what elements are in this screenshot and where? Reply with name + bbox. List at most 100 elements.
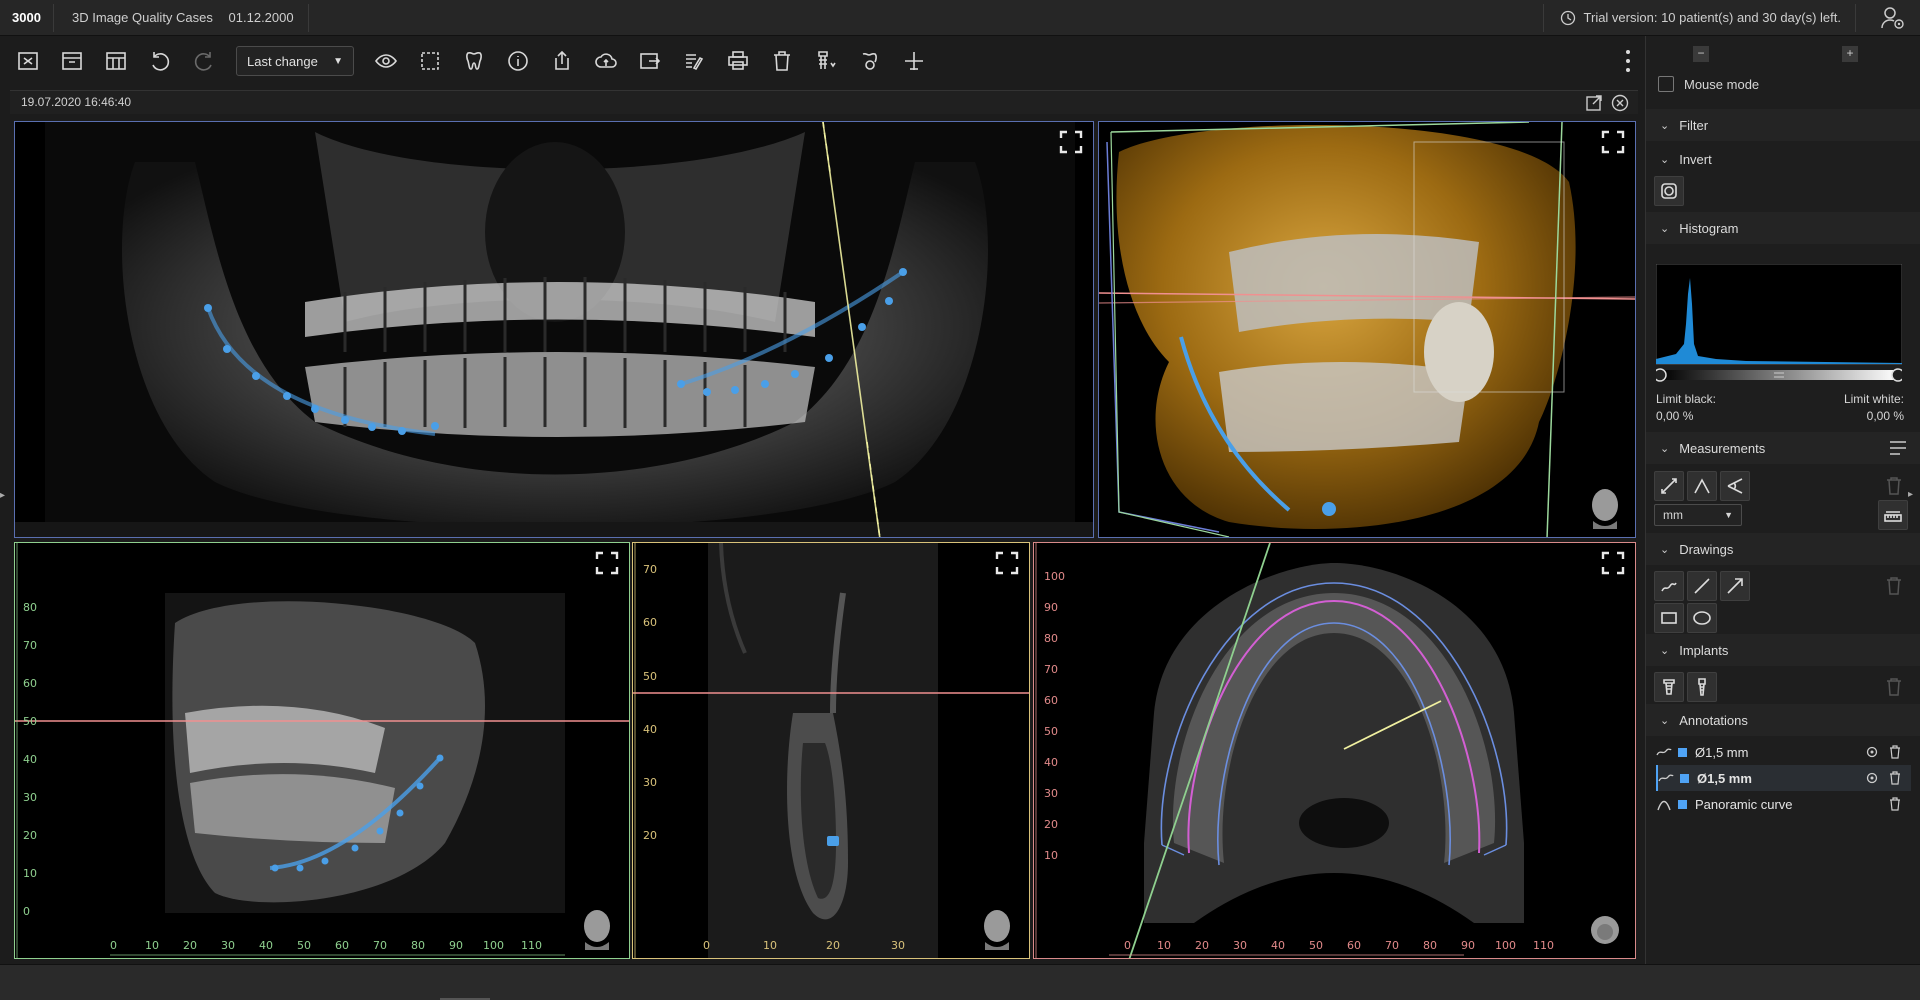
view-icon[interactable] [368, 43, 404, 79]
gear-icon[interactable] [1865, 745, 1879, 759]
y-tick-label: 30 [23, 791, 37, 804]
export-icon[interactable] [544, 43, 580, 79]
angle-tool-button[interactable] [1687, 471, 1717, 501]
select-region-icon[interactable] [412, 43, 448, 79]
trash-icon[interactable] [1889, 771, 1901, 785]
implant-tool-button[interactable] [1654, 672, 1684, 702]
fullscreen-icon[interactable] [995, 551, 1019, 575]
fullscreen-icon[interactable] [595, 551, 619, 575]
pop-out-icon[interactable] [1584, 93, 1604, 113]
volume-render-image [1099, 122, 1635, 537]
axial-x-axis: 0 10 20 30 40 50 60 70 80 90 100 110 [1124, 939, 1574, 953]
redo-icon[interactable] [186, 43, 222, 79]
calibration-tool-button[interactable] [1878, 500, 1908, 530]
abutment-tool-button[interactable] [1687, 672, 1717, 702]
annotation-color-swatch [1680, 773, 1689, 783]
arrow-draw-button[interactable] [1720, 571, 1750, 601]
delete-icon[interactable] [764, 43, 800, 79]
tooth-icon[interactable] [456, 43, 492, 79]
fullscreen-icon[interactable] [1601, 130, 1625, 154]
right-panel-toggle[interactable]: ▸ [1908, 489, 1913, 500]
y-tick-label: 60 [23, 677, 37, 690]
gear-icon[interactable] [1865, 771, 1879, 785]
measurements-section-header[interactable]: ⌄ Measurements [1646, 432, 1920, 464]
chevron-down-icon: ▼ [333, 55, 343, 67]
limit-white-label: Limit white: [1843, 392, 1904, 406]
tooth-settings-icon[interactable] [852, 43, 888, 79]
delete-measurement-icon[interactable] [1882, 473, 1906, 499]
rectangle-draw-button[interactable] [1654, 603, 1684, 633]
crosshair-icon[interactable] [896, 43, 932, 79]
line-draw-button[interactable] [1687, 571, 1717, 601]
print-icon[interactable] [720, 43, 756, 79]
delete-drawing-icon[interactable] [1882, 573, 1906, 599]
x-tick-label: 80 [411, 939, 425, 952]
cross-x-axis: 0 10 20 30 [703, 939, 923, 953]
invert-toggle-button[interactable] [1654, 176, 1684, 206]
x-tick-label: 10 [1157, 939, 1171, 952]
drawings-section-header[interactable]: ⌄ Drawings [1646, 533, 1920, 565]
y-tick-label: 40 [643, 723, 657, 736]
delete-implant-icon[interactable] [1882, 674, 1906, 700]
x-tick-label: 90 [449, 939, 463, 952]
cross-section-view[interactable]: 70 60 50 40 30 20 0 10 20 30 [632, 542, 1030, 959]
x-tick-label: 20 [1195, 939, 1209, 952]
fullscreen-icon[interactable] [1601, 551, 1625, 575]
annotation-label: Ø1,5 mm [1697, 770, 1752, 786]
chevron-down-icon: ⌄ [1660, 442, 1670, 455]
limit-white-value: 0,00 % [1866, 409, 1904, 423]
x-tick-label: 100 [483, 939, 504, 952]
upload-icon[interactable] [588, 43, 624, 79]
user-settings-icon[interactable] [1880, 6, 1906, 30]
panoramic-view[interactable] [14, 121, 1094, 538]
implant-list-icon[interactable] [808, 43, 844, 79]
trash-icon[interactable] [1889, 797, 1901, 811]
case-tab-id[interactable]: 3000 [0, 4, 54, 32]
zoom-out-button[interactable]: − [1693, 46, 1709, 62]
layout-3-icon[interactable] [98, 43, 134, 79]
info-icon[interactable] [500, 43, 536, 79]
x-tick-label: 30 [891, 939, 905, 952]
annotation-item[interactable]: Ø1,5 mm [1656, 739, 1911, 765]
zoom-in-button[interactable]: + [1842, 46, 1858, 62]
annotation-item[interactable]: Panoramic curve [1656, 791, 1911, 817]
layout-1-icon[interactable] [10, 43, 46, 79]
annotation-item-selected[interactable]: Ø1,5 mm [1656, 765, 1911, 791]
mouse-mode-checkbox[interactable] [1658, 76, 1674, 92]
right-sidebar: − + Mouse mode ⌄ Filter ⌄ Invert ⌄ Histogra… [1645, 36, 1920, 964]
implants-label: Implants [1679, 642, 1729, 658]
ellipse-draw-button[interactable] [1687, 603, 1717, 633]
trash-icon[interactable] [1889, 745, 1901, 759]
histogram-section-header[interactable]: ⌄ Histogram [1646, 212, 1920, 244]
protractor-tool-button[interactable] [1720, 471, 1750, 501]
history-dropdown[interactable]: Last change ▼ [236, 46, 354, 76]
volume-3d-view[interactable] [1098, 121, 1636, 538]
orientation-head-icon[interactable] [1587, 906, 1623, 950]
x-tick-label: 20 [183, 939, 197, 952]
filter-section-header[interactable]: ⌄ Filter [1646, 109, 1920, 141]
invert-section-header[interactable]: ⌄ Invert [1646, 143, 1920, 175]
fullscreen-icon[interactable] [1059, 130, 1083, 154]
undo-icon[interactable] [142, 43, 178, 79]
orientation-head-icon[interactable] [579, 906, 615, 950]
x-tick-label: 40 [1271, 939, 1285, 952]
y-tick-label: 10 [1044, 849, 1058, 862]
layout-2-icon[interactable] [54, 43, 90, 79]
freehand-draw-button[interactable] [1654, 571, 1684, 601]
y-tick-label: 40 [1044, 756, 1058, 769]
measurement-settings-icon[interactable] [1888, 438, 1908, 458]
left-panel-toggle[interactable]: ▸ [0, 490, 10, 510]
report-icon[interactable] [676, 43, 712, 79]
distance-tool-button[interactable] [1654, 471, 1684, 501]
case-tab[interactable]: 3D Image Quality Cases 01.12.2000 [58, 4, 309, 32]
close-icon[interactable] [1610, 93, 1630, 113]
unit-dropdown[interactable]: mm ▼ [1654, 504, 1742, 526]
sagittal-view[interactable]: 80 70 60 50 40 30 20 10 0 0 10 20 30 40 … [14, 542, 630, 959]
axial-view[interactable]: 100 90 80 70 60 50 40 30 20 10 0 10 20 3… [1033, 542, 1636, 959]
orientation-head-icon[interactable] [979, 906, 1015, 950]
annotations-section-header[interactable]: ⌄ Annotations [1646, 704, 1920, 736]
more-options-icon[interactable] [1623, 48, 1633, 74]
implants-section-header[interactable]: ⌄ Implants [1646, 634, 1920, 666]
orientation-head-icon[interactable] [1587, 485, 1623, 529]
share-icon[interactable] [632, 43, 668, 79]
